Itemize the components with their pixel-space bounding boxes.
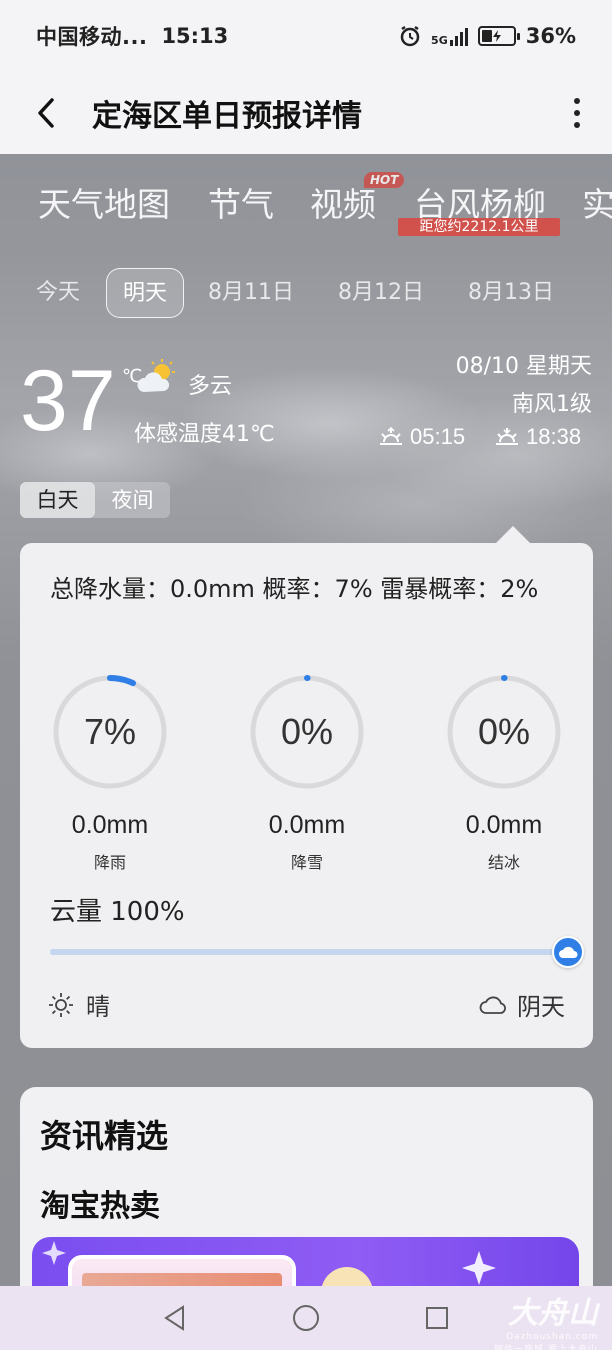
rain-label: 降雨	[93, 853, 126, 872]
feels-like-text: 体感温度41℃	[134, 422, 275, 447]
tab-aug-13[interactable]: 8月13日	[468, 268, 554, 318]
watermark-domain: Dazhoushan.com	[506, 1332, 598, 1342]
tab-aug-11[interactable]: 8月11日	[208, 268, 294, 318]
cloud-cover-slider	[50, 936, 584, 968]
network-type: 5G	[431, 34, 448, 47]
sunset-time: 18:38	[526, 424, 582, 449]
hot-badge: HOT	[364, 172, 405, 188]
ice-label: 结冰	[487, 853, 520, 872]
battery-icon	[477, 26, 520, 46]
tab-more[interactable]: 实	[582, 178, 612, 226]
rain-percent: 7%	[83, 711, 137, 752]
more-options-button[interactable]	[542, 72, 612, 154]
back-button[interactable]	[0, 72, 92, 154]
snow-label: 降雪	[290, 853, 323, 872]
sparkle-icon	[462, 1251, 496, 1285]
day-night-toggle: 白天 夜间	[20, 482, 170, 518]
wind-text: 南风1级	[512, 392, 592, 417]
ice-amount: 0.0mm	[465, 811, 543, 839]
status-time: 15:13	[161, 24, 229, 48]
tab-weather-map[interactable]: 天气地图	[38, 178, 170, 226]
tab-solar-terms[interactable]: 节气	[208, 178, 274, 226]
snow-percent: 0%	[280, 711, 334, 752]
watermark-brand: 大舟山	[508, 1296, 598, 1331]
tab-today[interactable]: 今天	[36, 268, 80, 318]
precipitation-summary: 总降水量：0.0mm 概率：7% 雷暴概率：2%	[50, 575, 539, 603]
rain-amount: 0.0mm	[71, 811, 149, 839]
status-bar: 中国移动... 15:13 5G 36%	[0, 0, 612, 72]
tab-tomorrow[interactable]: 明天	[106, 268, 185, 318]
overcast-end: 阴天	[479, 987, 565, 1022]
overcast-label: 阴天	[517, 993, 565, 1021]
watermark: 大舟山 Dazhoushan.com 网住一座城 爱上大舟山	[494, 1288, 598, 1350]
snow-amount: 0.0mm	[268, 811, 346, 839]
precipitation-card: 总降水量：0.0mm 概率：7% 雷暴概率：2% 7% 0% 0% 0.0mm …	[20, 543, 593, 1048]
back-triangle-icon[interactable]	[163, 1305, 187, 1331]
sunset: 18:38	[494, 424, 581, 450]
battery-level: 36%	[525, 24, 576, 48]
sparkle-icon	[42, 1241, 66, 1265]
condition-text: 多云	[188, 374, 233, 399]
day-tab-bar: 今天 明天 8月11日 8月12日 8月13日	[0, 268, 612, 318]
cloud-cover-knob	[552, 936, 584, 968]
alarm-icon	[400, 25, 420, 47]
page-title: 定海区单日预报详情	[92, 99, 362, 134]
sunset-icon	[496, 428, 518, 445]
forecast-date: 08/10 星期天	[455, 354, 592, 379]
day-toggle[interactable]: 白天	[20, 482, 95, 518]
ice-percent: 0%	[477, 711, 531, 752]
sunrise: 05:15	[378, 424, 465, 450]
sunny-end: 晴	[48, 987, 110, 1022]
shopping-section-title: 淘宝热卖	[40, 1189, 160, 1224]
chevron-left-icon	[38, 98, 54, 128]
temperature-value: 37	[20, 353, 116, 449]
tab-aug-12[interactable]: 8月12日	[338, 268, 424, 318]
sunny-label: 晴	[86, 993, 110, 1021]
cloud-outline-icon	[479, 996, 506, 1014]
home-circle-icon[interactable]	[292, 1304, 320, 1332]
sunrise-time: 05:15	[410, 424, 466, 449]
sun-icon	[49, 992, 73, 1017]
card-pointer	[496, 526, 530, 543]
cloud-cover-label: 云量 100%	[50, 897, 185, 927]
cloud-cover-fill	[50, 949, 568, 955]
sunrise-icon	[380, 426, 402, 445]
night-toggle[interactable]: 夜间	[95, 482, 170, 518]
recents-square-icon[interactable]	[425, 1306, 449, 1330]
typhoon-distance-badge: 距您约2212.1公里	[398, 218, 560, 236]
cloud-icon	[559, 946, 578, 958]
watermark-slogan: 网住一座城 爱上大舟山	[494, 1345, 598, 1350]
news-section-title: 资讯精选	[40, 1117, 169, 1155]
signal-icon	[449, 26, 468, 46]
partly-cloudy-icon	[137, 359, 175, 392]
app-bar: 定海区单日预报详情	[0, 72, 612, 154]
carrier-name: 中国移动...	[36, 25, 148, 49]
